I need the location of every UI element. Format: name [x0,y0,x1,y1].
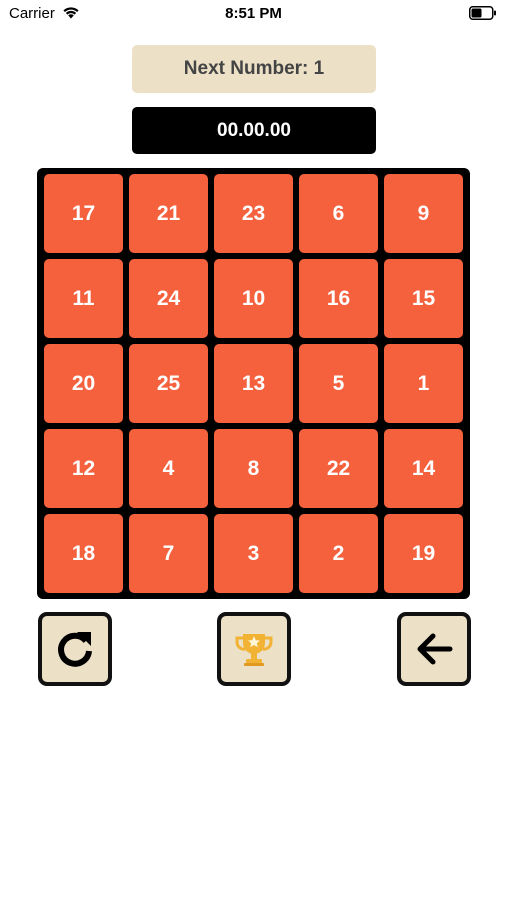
leaderboard-button[interactable] [217,612,291,686]
number-tile[interactable]: 23 [214,174,293,253]
battery-icon [469,6,496,20]
number-tile[interactable]: 18 [44,514,123,593]
next-number-banner: Next Number: 1 [132,45,376,93]
number-tile[interactable]: 12 [44,429,123,508]
clock: 8:51 PM [225,5,282,22]
number-tile[interactable]: 11 [44,259,123,338]
number-tile[interactable]: 25 [129,344,208,423]
number-tile[interactable]: 10 [214,259,293,338]
number-tile[interactable]: 7 [129,514,208,593]
back-button[interactable] [397,612,471,686]
back-arrow-icon [417,633,453,665]
number-tile[interactable]: 24 [129,259,208,338]
trophy-icon [235,634,273,666]
next-number-label: Next Number: [183,58,309,79]
next-number-value: 1 [313,58,325,79]
number-tile[interactable]: 19 [384,514,463,593]
number-tile[interactable]: 17 [44,174,123,253]
number-tile[interactable]: 1 [384,344,463,423]
tile-grid: 17 21 23 6 9 11 24 10 16 15 20 25 13 5 1… [44,174,463,593]
number-tile[interactable]: 2 [299,514,378,593]
number-tile[interactable]: 22 [299,429,378,508]
number-tile[interactable]: 20 [44,344,123,423]
status-bar: Carrier 8:51 PM [0,0,507,28]
timer: 00.00.00 [132,107,376,154]
number-tile[interactable]: 8 [214,429,293,508]
number-tile[interactable]: 21 [129,174,208,253]
game-board: 17 21 23 6 9 11 24 10 16 15 20 25 13 5 1… [37,168,470,599]
number-tile[interactable]: 14 [384,429,463,508]
restart-icon [58,632,92,667]
restart-button[interactable] [38,612,112,686]
number-tile[interactable]: 16 [299,259,378,338]
number-tile[interactable]: 4 [129,429,208,508]
number-tile[interactable]: 15 [384,259,463,338]
number-tile[interactable]: 13 [214,344,293,423]
number-tile[interactable]: 9 [384,174,463,253]
number-tile[interactable]: 6 [299,174,378,253]
number-tile[interactable]: 3 [214,514,293,593]
number-tile[interactable]: 5 [299,344,378,423]
